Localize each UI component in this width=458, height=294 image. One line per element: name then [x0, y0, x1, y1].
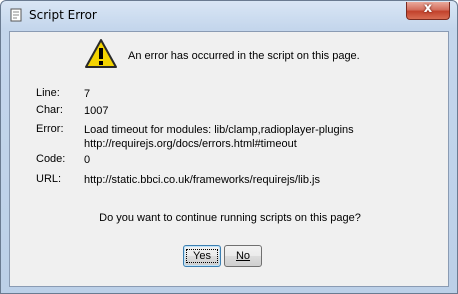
yes-button-label: Yes [186, 249, 218, 263]
char-value: 1007 [84, 105, 109, 117]
error-value: Load timeout for modules: lib/clamp,radi… [84, 124, 354, 136]
no-button-label: No [235, 250, 251, 262]
close-button[interactable]: x [406, 1, 450, 20]
line-label: Line: [36, 87, 60, 99]
code-value: 0 [84, 154, 91, 166]
error-message: An error has occurred in the script on t… [128, 50, 360, 62]
url-value: http://static.bbci.co.uk/frameworks/requ… [84, 174, 320, 186]
url-label: URL: [36, 173, 62, 185]
error-label: Error: [36, 123, 64, 135]
warning-icon [85, 39, 117, 68]
line-value: 7 [84, 88, 91, 100]
window-title: Script Error [29, 8, 97, 22]
title-bar[interactable]: Script Error x [1, 1, 457, 31]
continue-question: Do you want to continue running scripts … [99, 212, 361, 224]
no-button[interactable]: No [224, 245, 262, 267]
code-label: Code: [36, 153, 66, 165]
close-icon: x [423, 1, 433, 16]
dialog-body: An error has occurred in the script on t… [9, 31, 449, 287]
error-url-value: http://requirejs.org/docs/errors.html#ti… [84, 138, 297, 150]
document-icon [10, 8, 22, 22]
char-label: Char: [36, 104, 63, 116]
yes-button[interactable]: Yes [183, 245, 221, 267]
script-error-dialog: Script Error x An error has occurred in … [0, 0, 458, 294]
